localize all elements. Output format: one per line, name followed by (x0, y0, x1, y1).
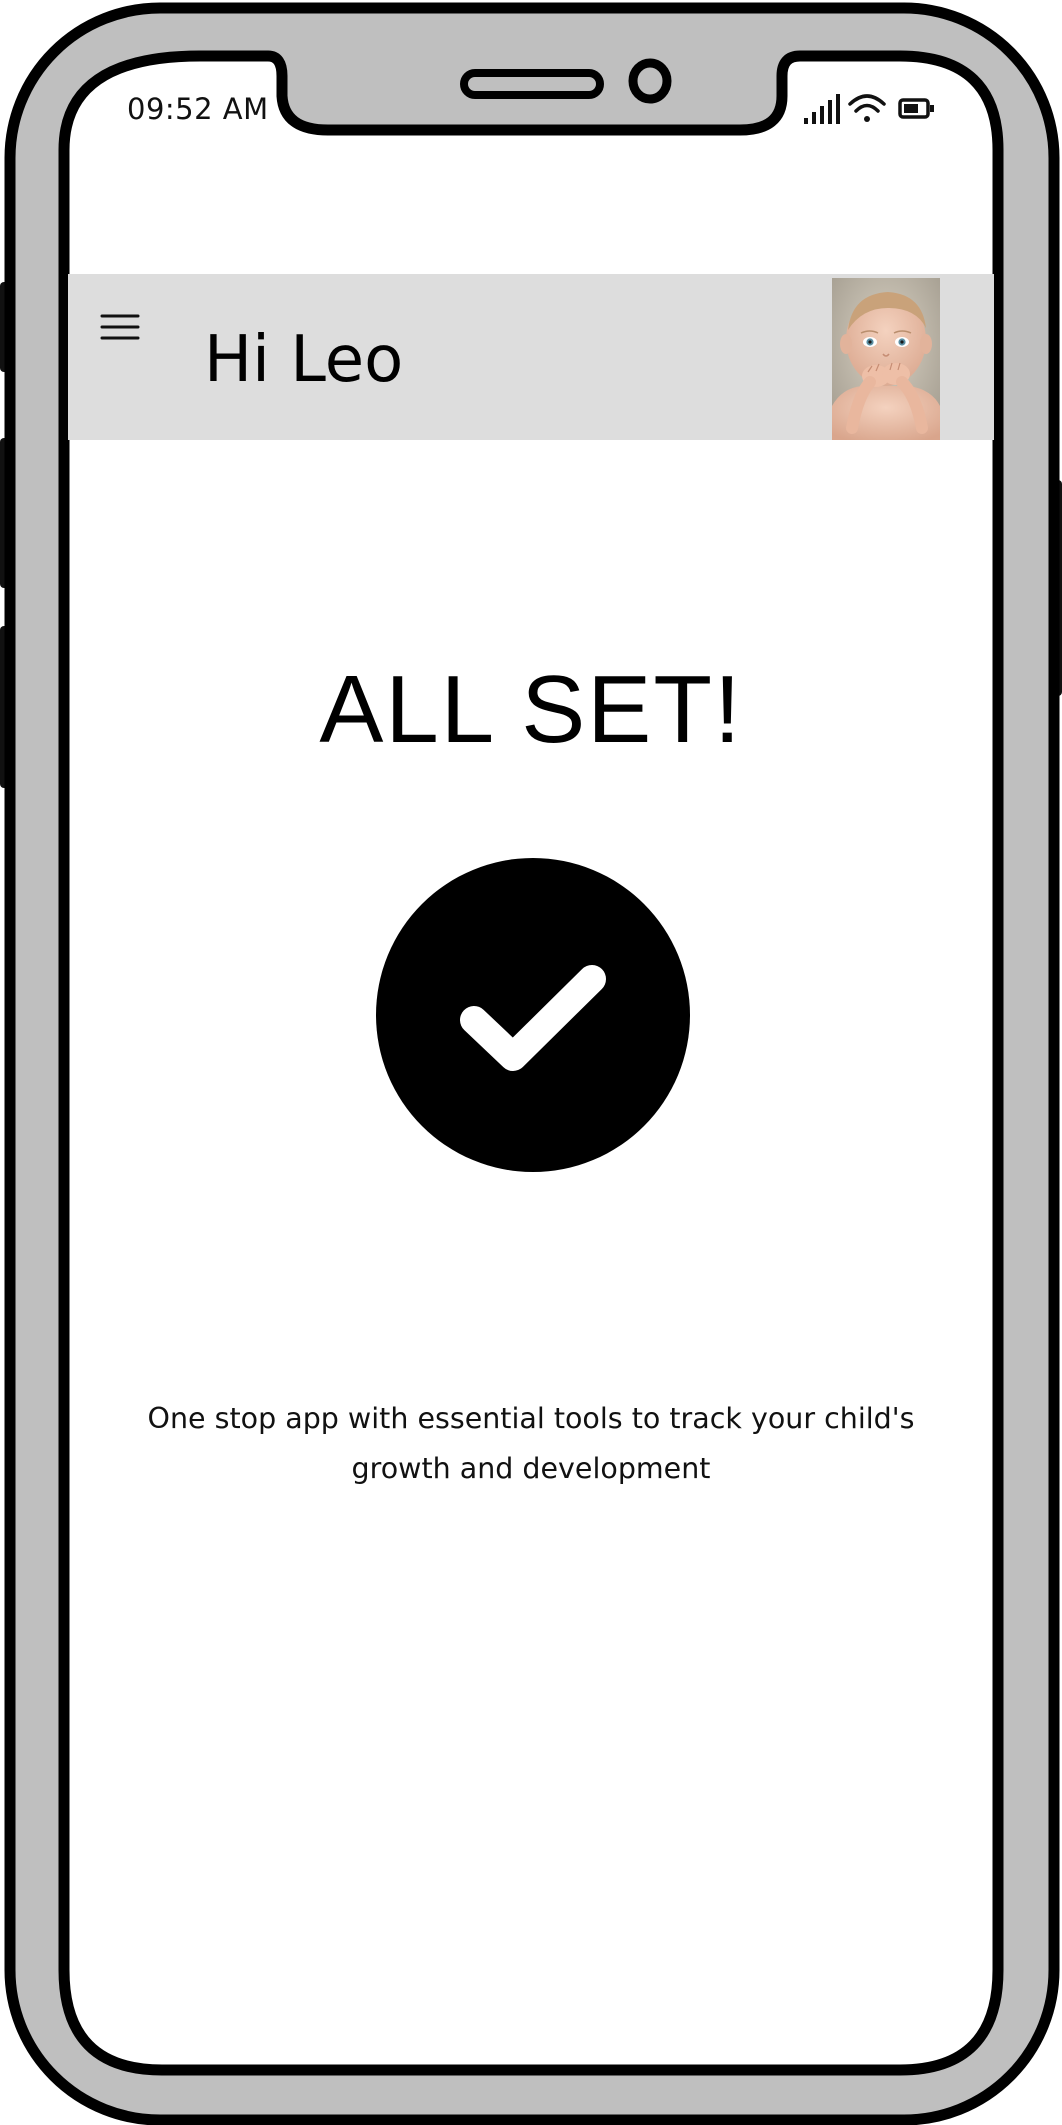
hamburger-menu-icon[interactable] (100, 308, 140, 348)
signal-icon (804, 94, 840, 124)
mobile-screen: 09:52 AM Hi Leo ALL SET! One stop app wi… (0, 0, 1062, 2125)
app-description: One stop app with essential tools to tra… (147, 1402, 915, 1485)
battery-icon (898, 98, 934, 119)
baby-avatar-photo[interactable] (832, 278, 940, 440)
greeting-title: Hi Leo (204, 323, 404, 397)
status-icons (804, 94, 934, 124)
all-set-heading: ALL SET! (319, 656, 743, 763)
wifi-icon (848, 94, 886, 122)
check-circle-icon (376, 858, 690, 1172)
status-time: 09:52 AM (127, 92, 269, 126)
